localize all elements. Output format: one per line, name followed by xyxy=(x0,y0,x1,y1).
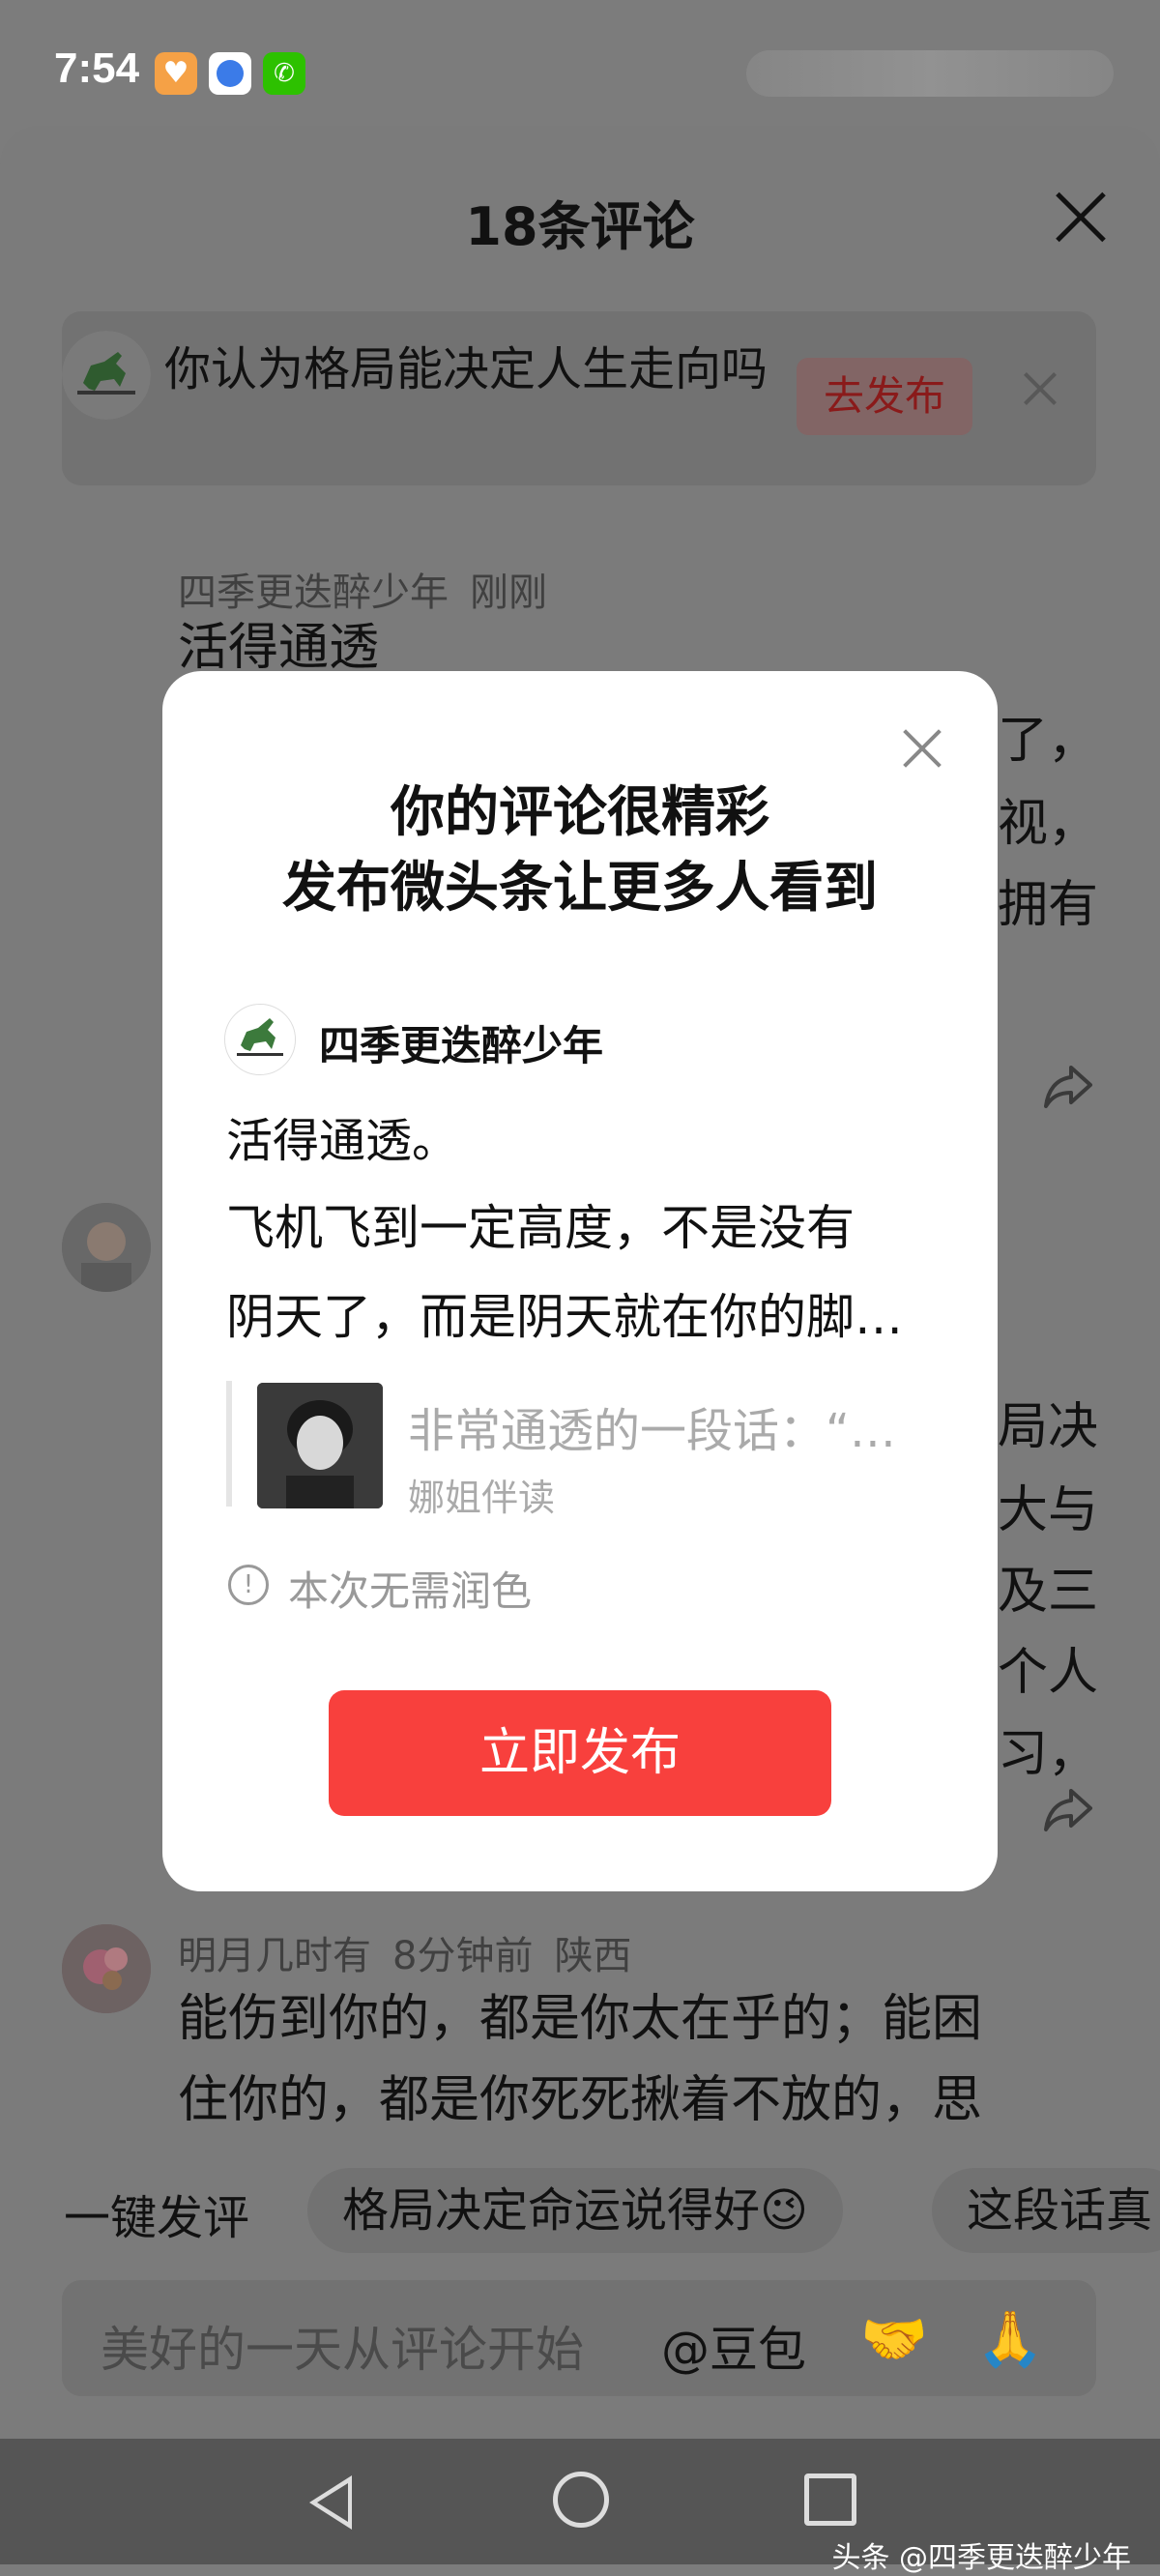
comment-fragment: 习， xyxy=(997,1725,1098,1783)
status-time: 7:54 xyxy=(54,44,140,92)
comment-input-placeholder: 美好的一天从评论开始 xyxy=(101,2322,584,2378)
home-icon[interactable] xyxy=(553,2472,609,2528)
watermark: 头条 @四季更迭醉少年 xyxy=(831,2541,1131,2575)
avatar[interactable] xyxy=(62,1924,151,2013)
share-icon[interactable] xyxy=(1042,1062,1094,1110)
comment-text: 住你的，都是你死死揪着不放的，思 xyxy=(178,2071,983,2129)
comment-fragment: 局决 xyxy=(997,1398,1098,1456)
wechat-icon: ✆ xyxy=(263,52,305,95)
comment-fragment: 拥有 xyxy=(997,876,1098,934)
polish-notice: 本次无需润色 xyxy=(288,1567,533,1615)
avatar[interactable] xyxy=(62,331,151,420)
post-author: 四季更迭醉少年 xyxy=(319,1022,604,1069)
post-text: 阴天了，而是阴天就在你的脚… xyxy=(226,1289,903,1345)
comment-fragment: 及三 xyxy=(997,1563,1098,1621)
comment-fragment: 个人 xyxy=(997,1644,1098,1702)
quick-reply-label: 一键发评 xyxy=(64,2191,250,2245)
publish-now-button[interactable]: 立即发布 xyxy=(329,1690,831,1816)
status-indicators xyxy=(746,50,1114,97)
browser-icon xyxy=(209,52,251,95)
share-icon[interactable] xyxy=(1042,1785,1094,1833)
post-text: 活得通透。 xyxy=(226,1114,459,1168)
comment-time: 8分钟前 xyxy=(392,1934,534,1978)
comment-location: 陕西 xyxy=(554,1934,632,1978)
comment-fragment: 视， xyxy=(997,795,1098,853)
topic-banner: # 你认为格局能决定人生走向吗 去发布 xyxy=(62,311,1096,485)
post-text: 飞机飞到一定高度，不是没有 xyxy=(226,1200,855,1256)
mention-doubao-button[interactable]: @豆包 xyxy=(661,2311,806,2381)
avatar xyxy=(224,1004,296,1075)
dialog-title-line2: 发布微头条让更多人看到 xyxy=(282,857,878,920)
avatar[interactable] xyxy=(62,1203,151,1292)
topic-close-icon[interactable] xyxy=(1019,367,1061,410)
recent-apps-icon[interactable] xyxy=(804,2474,856,2526)
comment-input[interactable]: 美好的一天从评论开始 @豆包 🤝 🙏 xyxy=(62,2280,1096,2396)
topic-text[interactable]: 你认为格局能决定人生走向吗 xyxy=(101,335,816,404)
reference-thumbnail xyxy=(257,1383,383,1508)
quick-reply-chip[interactable]: 这段话真 xyxy=(932,2168,1160,2253)
heart-app-icon: ♥ xyxy=(155,52,197,95)
reference-title: 非常通透的一段话：“… xyxy=(408,1404,896,1458)
quick-reply-chip[interactable]: 格局决定命运说得好😉 xyxy=(307,2168,844,2253)
dialog-close-icon[interactable] xyxy=(901,727,943,770)
comment-fragment: 大与 xyxy=(997,1481,1098,1539)
quick-reply-row: 一键发评 格局决定命运说得好😉 这段话真 xyxy=(0,2168,1160,2255)
reference-source: 娜姐伴读 xyxy=(408,1477,556,1519)
dialog-title-line1: 你的评论很精彩 xyxy=(391,781,769,844)
back-icon[interactable] xyxy=(309,2475,352,2530)
info-icon: ! xyxy=(228,1565,269,1605)
comment-author[interactable]: 明月几时有 xyxy=(178,1934,371,1978)
topic-publish-button[interactable]: 去发布 xyxy=(797,358,972,435)
handshake-emoji-button[interactable]: 🤝 xyxy=(860,2307,928,2371)
comment-time: 刚刚 xyxy=(470,571,547,615)
close-icon[interactable] xyxy=(1052,188,1110,246)
publish-dialog: 你的评论很精彩 发布微头条让更多人看到 四季更迭醉少年 活得通透。 飞机飞到一定… xyxy=(162,671,998,1891)
comment-count-title: 18条评论 xyxy=(465,196,695,257)
comment-meta: 明月几时有 8分钟前 陕西 xyxy=(178,1924,652,1980)
dialog-title: 你的评论很精彩 发布微头条让更多人看到 xyxy=(162,776,998,926)
pray-emoji-button[interactable]: 🙏 xyxy=(976,2307,1044,2371)
status-bar: 7:54 ♥ ✆ xyxy=(0,0,1160,126)
comment-text: 能伤到你的，都是你太在乎的；能困 xyxy=(178,1990,983,2048)
quote-bar xyxy=(226,1381,232,1507)
